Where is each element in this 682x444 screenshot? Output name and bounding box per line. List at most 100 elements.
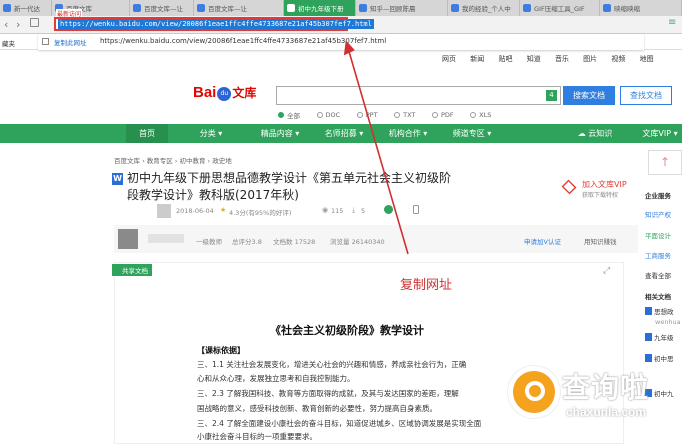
related-item-3[interactable]: 九年级 [645,332,682,342]
vip-subtext: 获取下载特权 [582,192,619,199]
menu-channel[interactable]: 频道专区 ▾ [442,124,502,143]
menu-cloud-knowledge[interactable]: ☁ 云知识 [572,124,618,143]
earn-link[interactable]: 用知识赚钱 [584,236,617,246]
page-icon [359,4,367,12]
forward-icon[interactable]: › [16,18,20,31]
chevron-down-icon: ▾ [673,129,678,138]
tab-7[interactable]: 我的经验_个人中 [448,0,520,16]
radio-icon [316,112,323,118]
service-link-1[interactable]: 知识产权 [645,209,682,219]
search-count-badge: 4 [546,90,557,101]
bookmarks-label[interactable]: 藏夹 [2,38,15,48]
author-name[interactable] [148,234,184,243]
service-link-3[interactable]: 工商服务 [645,250,682,260]
radio-icon [470,112,477,118]
tab-8[interactable]: GIF压缩工具_GIF [520,0,600,16]
watermark-logo-icon [508,366,560,418]
chevron-down-icon: ▾ [218,129,223,138]
star-icon: ★ [220,206,227,214]
menu-premium[interactable]: 精品内容 ▾ [250,124,310,143]
filter-xls[interactable]: XLS [470,111,491,119]
author-score: 总评分3.8 [232,238,262,246]
doc-heading: 《社会主义初级阶段》教学设计 [270,324,424,337]
nav-map[interactable]: 地图 [640,55,654,63]
word-icon [645,307,652,315]
suggest-checkbox[interactable] [42,38,49,45]
author-photo[interactable] [118,229,138,249]
page-icon [287,4,295,12]
word-icon [645,354,652,362]
baidu-wenku-logo[interactable]: Bai du 文库 [193,84,256,104]
breadcrumb[interactable]: 百度文库 › 教育专区 › 初中教育 › 政史地 [114,155,232,165]
doc-section: 【课标依据】 [197,346,245,355]
download-button-icon[interactable]: ↑ [648,150,682,175]
radio-on-icon [278,112,284,118]
tab-6[interactable]: 知乎—回顾陈晨 [356,0,448,16]
chevron-down-icon: ▾ [295,129,300,138]
related-title: 相关文档 [645,293,671,301]
related-item-1[interactable]: 思想政 [645,306,682,316]
word-doc-icon: W [112,173,123,185]
filter-doc[interactable]: DOC [316,111,340,119]
doc-line-2: 心和从众心理，发展独立思考和自我控制能力。 [197,374,355,383]
nav-zhidao[interactable]: 知道 [527,55,541,63]
author-docs: 文档数 17528 [273,238,316,246]
watermark-url: chaxunla.com [566,405,647,419]
page-icon [197,4,205,12]
search-button[interactable]: 搜索文档 [563,86,615,105]
nav-web[interactable]: 网页 [442,55,456,63]
browser-menu-icon[interactable]: ≡ [668,18,676,28]
tab-3[interactable]: 百度文库—让 [130,0,194,16]
tab-9[interactable]: 映缩映缩 [600,0,682,16]
tab-1[interactable]: 新一代达 [0,0,52,16]
screenshot-root: 新一代达 百度文库 百度文库—让 百度文库—让 初中九年级下册 知乎—回顾陈晨 … [0,0,682,444]
doc-line-3: 三、2.3 了解我国科技、教育等方面取得的成就，及其与发达国家的差距，理解 [197,389,459,398]
logo-bai: Bai [193,84,217,101]
nav-video[interactable]: 视频 [611,55,625,63]
tab-5-active[interactable]: 初中九年级下册 [284,0,356,16]
join-vip-link[interactable]: 加入文库VIP [582,179,627,190]
copy-url-label[interactable]: 复制此网址 [54,37,87,47]
nav-tieba[interactable]: 贴吧 [498,55,512,63]
filter-all[interactable]: 全部 [278,110,300,120]
doc-date: 2018-06-04 [176,207,214,215]
view-docs-button[interactable]: 查找文档 [620,86,672,105]
page-icon [451,4,459,12]
annotation-label: 复制网址 [400,278,453,293]
doc-line-4: 国战略的意义，感受科技创新、教育创新的必要性，努力提高自身素质。 [197,404,437,413]
watermark-title: 查询啦 [562,371,650,404]
nav-music[interactable]: 音乐 [555,55,569,63]
url-text: https://wenku.baidu.com/view/20086f1eae1… [58,19,374,29]
home-icon[interactable] [30,18,39,27]
fullscreen-icon[interactable]: ⤢ [603,266,610,276]
page-icon [523,4,531,12]
shared-doc-tag: 共享文档 [112,264,152,276]
related-item-4[interactable]: 初中思 [645,353,682,363]
doc-title: 初中九年级下册思想品德教学设计《第五单元社会主义初级阶 段教学设计》教科版(20… [127,171,452,202]
logo-paw-icon: du [217,87,232,101]
menu-category[interactable]: 分类 ▾ [186,124,236,143]
tab-4[interactable]: 百度文库—让 [194,0,284,16]
cloud-icon: ☁ [577,129,586,138]
top-nav: 网页 新闻 贴吧 知道 音乐 图片 视频 地图 [430,54,654,64]
doc-line-6: 小康社会奋斗目标的一项重要要求。 [197,432,317,441]
doc-line-1: 三、1.1 关注社会发展变化，增进关心社会的兴趣和情感，养成亲社会行为，正确 [197,360,467,369]
document-paper [114,262,624,444]
related-item-5[interactable]: 初中九 [645,388,682,398]
menu-home[interactable]: 首页 [126,124,168,143]
address-bar[interactable]: https://wenku.baidu.com/view/20086f1eae1… [54,17,374,31]
nav-image[interactable]: 图片 [583,55,597,63]
back-icon[interactable]: ‹ [4,18,8,31]
service-link-2[interactable]: 平面设计 [645,230,682,240]
certify-link[interactable]: 申请加V认证 [524,236,561,246]
annotation-arrow [343,40,409,255]
vip-diamond-icon [561,179,577,195]
nav-news[interactable]: 新闻 [470,55,484,63]
chevron-down-icon: ▾ [487,129,492,138]
service-link-4[interactable]: 查看全部 [645,270,682,280]
eye-icon: ◉ [322,206,329,214]
related-item-2[interactable]: wenhua [655,318,682,326]
menu-vip[interactable]: 文库VIP ▾ [638,124,682,143]
author-avatar[interactable] [157,204,171,218]
doc-line-5: 三、2.4 了解全面建设小康社会的奋斗目标，知道促进城乡、区域协调发展是实现全面 [197,419,482,428]
